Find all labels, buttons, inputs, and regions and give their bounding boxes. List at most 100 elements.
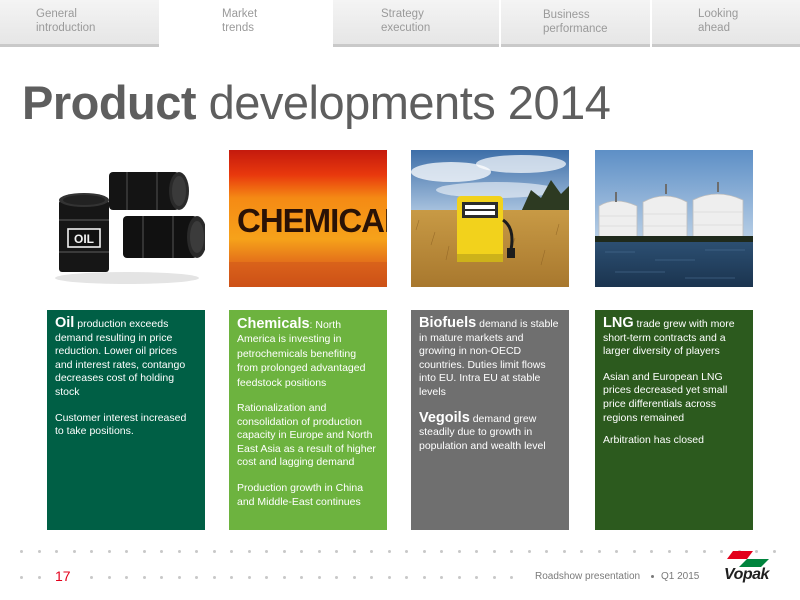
chemicals-heading: Chemicals: [237, 316, 310, 332]
divider-dot: [160, 576, 163, 579]
divider-dot: [422, 576, 426, 579]
tab-label: Business performance: [543, 9, 608, 35]
divider-dot: [405, 576, 408, 579]
divider-dot: [475, 550, 478, 553]
divider-dot: [545, 550, 548, 553]
divider-dot: [352, 576, 356, 579]
divider-dot: [212, 576, 216, 579]
chemicals-image: CHEMICALS: [229, 150, 387, 287]
divider-dot: [457, 550, 461, 553]
oil-box: Oil production exceeds demand resulting …: [47, 310, 205, 530]
chemicals-text-2: Rationalization and consolidation of pro…: [237, 402, 376, 469]
tab-business-performance[interactable]: Business performance: [501, 0, 650, 47]
divider-dot: [580, 550, 583, 553]
title-rest: developments 2014: [196, 76, 611, 129]
divider-dot: [282, 550, 286, 553]
divider-dot: [20, 576, 23, 579]
divider-dot: [527, 550, 531, 553]
divider-dot: [230, 576, 233, 579]
divider-dot: [335, 550, 338, 553]
tab-market-trends[interactable]: Market trends: [161, 0, 331, 47]
biofuels-box: Biofuels demand is stable in mature mark…: [411, 310, 569, 530]
divider-dot: [247, 550, 251, 553]
divider-dot: [370, 550, 373, 553]
divider-dot: [90, 550, 93, 553]
divider-dot: [20, 550, 23, 553]
divider-dot: [247, 576, 251, 579]
chemicals-box: Chemicals: North America is investing in…: [229, 310, 387, 530]
divider-dot: [142, 576, 146, 579]
lng-tanks-illustration: [595, 150, 753, 287]
presentation-name: Roadshow presentation: [535, 571, 641, 582]
divider-dot: [230, 550, 233, 553]
divider-dot: [317, 576, 321, 579]
divider-dot: [212, 550, 216, 553]
divider-dot: [510, 550, 513, 553]
tab-general-introduction[interactable]: General introduction: [0, 0, 159, 47]
divider-dot: [300, 576, 303, 579]
divider-dot: [370, 576, 373, 579]
lng-tanks-image: [595, 150, 753, 287]
page-number: 17: [55, 568, 71, 584]
divider-dot: [562, 550, 566, 553]
oil-heading: Oil: [55, 315, 75, 331]
chemicals-text-3: Production growth in China and Middle-Ea…: [237, 482, 364, 508]
divider-dot: [387, 576, 391, 579]
divider-dot: [37, 550, 41, 553]
divider-dot: [335, 576, 338, 579]
divider-dot: [195, 576, 198, 579]
divider-dot: [107, 576, 111, 579]
divider-dot: [177, 576, 181, 579]
oil-barrels-illustration: OIL: [47, 150, 205, 287]
tab-strategy-execution[interactable]: Strategy execution: [333, 0, 499, 47]
divider-dot: [37, 576, 41, 579]
tab-label: Strategy execution: [381, 8, 431, 34]
divider-dot: [685, 550, 688, 553]
lng-paragraph: LNG trade grew with more short-term cont…: [603, 315, 745, 359]
divider-dot: [457, 576, 461, 579]
divider-dot: [160, 550, 163, 553]
divider-dot: [492, 576, 496, 579]
divider-dot: [72, 550, 76, 553]
divider-dot: [510, 576, 513, 579]
fuel-pump-field-illustration: [411, 150, 569, 287]
divider-dot: [440, 576, 443, 579]
divider-dot: [702, 550, 706, 553]
divider-dot: [440, 550, 443, 553]
oil-paragraph: Oil production exceeds demand resulting …: [55, 315, 197, 400]
lng-heading: LNG: [603, 315, 634, 331]
divider-dot: [195, 550, 198, 553]
dot-divider-top: [0, 550, 800, 556]
divider-dot: [720, 550, 723, 553]
divider-dot: [405, 550, 408, 553]
divider-dot: [475, 576, 478, 579]
biofuels-paragraph: Biofuels demand is stable in mature mark…: [419, 315, 561, 400]
chemicals-sign-text: CHEMICALS: [237, 202, 387, 239]
tab-looking-ahead[interactable]: Looking ahead: [652, 0, 800, 47]
biofuels-heading: Biofuels: [419, 315, 477, 331]
section-nav: General introduction Market trends Strat…: [0, 0, 800, 47]
page-title: Product developments 2014: [22, 76, 611, 130]
chemicals-sign-illustration: CHEMICALS: [229, 150, 387, 287]
divider-dot: [317, 550, 321, 553]
divider-dot: [177, 550, 181, 553]
divider-dot: [125, 576, 128, 579]
lng-text-2: Asian and European LNG prices decreased …: [603, 370, 728, 424]
biofuels-image: [411, 150, 569, 287]
barrel-label: OIL: [74, 232, 94, 246]
presentation-period: Q1 2015: [661, 571, 700, 582]
divider-dot: [107, 550, 111, 553]
lng-box: LNG trade grew with more short-term cont…: [595, 310, 753, 530]
divider-dot: [352, 550, 356, 553]
divider-dot: [387, 550, 391, 553]
vegoils-heading: Vegoils: [419, 409, 470, 426]
divider-dot: [300, 550, 303, 553]
divider-dot: [667, 550, 671, 553]
divider-dot: [492, 550, 496, 553]
oil-text: production exceeds demand resulting in p…: [55, 318, 186, 398]
divider-dot: [422, 550, 426, 553]
divider-dot: [265, 576, 268, 579]
divider-dot: [125, 550, 128, 553]
divider-dot: [650, 550, 653, 553]
tab-label: Looking ahead: [698, 8, 739, 34]
